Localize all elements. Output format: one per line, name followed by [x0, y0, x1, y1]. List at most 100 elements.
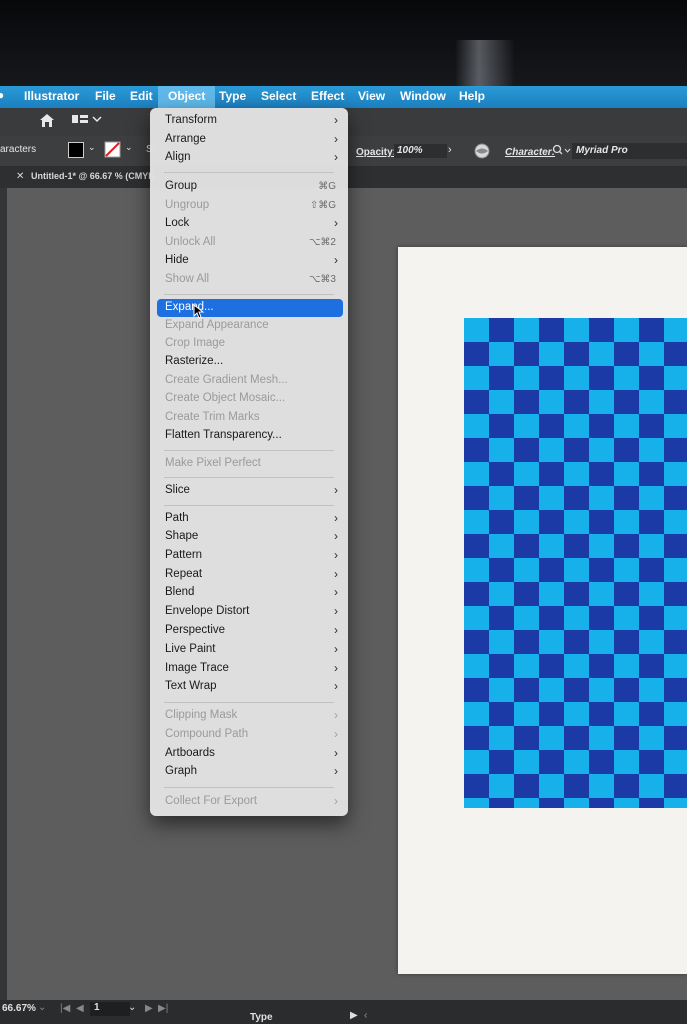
- menu-help[interactable]: Help: [459, 89, 485, 103]
- menu-item-align[interactable]: Align ›: [150, 149, 348, 167]
- close-tab-icon[interactable]: ✕: [16, 171, 24, 182]
- menu-item-transform[interactable]: Transform ›: [150, 112, 348, 130]
- font-search-icon[interactable]: [552, 144, 572, 158]
- menu-bar: ● Illustrator File Edit Object Type Sele…: [0, 86, 687, 108]
- submenu-chevron-icon: ›: [334, 679, 338, 693]
- document-tab-title[interactable]: Untitled-1* @ 66.67 % (CMYK: [31, 171, 155, 181]
- menu-separator: [164, 294, 334, 295]
- menu-view[interactable]: View: [358, 89, 385, 103]
- mouse-pointer-icon: [193, 304, 205, 319]
- tools-panel[interactable]: [0, 188, 7, 1000]
- characters-label: aracters: [0, 144, 37, 155]
- submenu-chevron-icon: ›: [334, 150, 338, 164]
- next-artboard-icon[interactable]: ▶: [145, 1003, 153, 1014]
- menu-item-blend[interactable]: Blend ›: [150, 584, 348, 602]
- menu-item-perspective[interactable]: Perspective ›: [150, 622, 348, 640]
- submenu-chevron-icon: ›: [334, 113, 338, 127]
- menu-item-clipping-mask[interactable]: Clipping Mask ›: [150, 707, 348, 725]
- font-family-field[interactable]: Myriad Pro: [572, 143, 687, 159]
- submenu-chevron-icon: ›: [334, 253, 338, 267]
- submenu-chevron-icon: ›: [334, 746, 338, 760]
- menu-item-path[interactable]: Path ›: [150, 510, 348, 528]
- menu-item-unlock-all[interactable]: Unlock All ⌥⌘2: [150, 234, 348, 252]
- menu-item-flatten-transparency[interactable]: Flatten Transparency...: [150, 427, 348, 445]
- zoom-dropdown-icon[interactable]: ⌄: [38, 1002, 46, 1013]
- menu-item-text-wrap[interactable]: Text Wrap ›: [150, 678, 348, 696]
- opacity-label[interactable]: Opacity:: [356, 147, 396, 158]
- menu-item-image-trace[interactable]: Image Trace ›: [150, 660, 348, 678]
- previous-artboard-icon[interactable]: ◀: [76, 1003, 84, 1014]
- workspace-switcher-icon[interactable]: [72, 114, 102, 126]
- menu-file[interactable]: File: [95, 89, 116, 103]
- menu-item-slice[interactable]: Slice ›: [150, 482, 348, 500]
- status-arrow-icon[interactable]: ▶: [350, 1010, 358, 1021]
- menu-item-repeat[interactable]: Repeat ›: [150, 566, 348, 584]
- submenu-chevron-icon: ›: [334, 548, 338, 562]
- menu-item-shape[interactable]: Shape ›: [150, 528, 348, 546]
- checkerboard-artwork[interactable]: [464, 318, 687, 808]
- menu-item-collect-for-export[interactable]: Collect For Export ›: [150, 793, 348, 811]
- menu-select[interactable]: Select: [261, 89, 296, 103]
- home-icon[interactable]: [38, 112, 56, 128]
- submenu-chevron-icon: ›: [334, 708, 338, 722]
- submenu-chevron-icon: ›: [334, 567, 338, 581]
- menu-item-graph[interactable]: Graph ›: [150, 763, 348, 781]
- menu-item-expand-appearance[interactable]: Expand Appearance: [150, 317, 348, 335]
- submenu-chevron-icon: ›: [334, 642, 338, 656]
- menu-window[interactable]: Window: [400, 89, 446, 103]
- menu-item-pattern[interactable]: Pattern ›: [150, 547, 348, 565]
- stroke-none-swatch-icon[interactable]: [104, 141, 122, 159]
- menu-item-create-object-mosaic[interactable]: Create Object Mosaic...: [150, 390, 348, 408]
- artboard-dropdown-icon[interactable]: ⌄: [128, 1002, 136, 1013]
- submenu-chevron-icon: ›: [334, 132, 338, 146]
- submenu-chevron-icon: ›: [334, 727, 338, 741]
- opacity-arrow-icon[interactable]: ›: [448, 144, 452, 156]
- menu-item-create-trim-marks[interactable]: Create Trim Marks: [150, 409, 348, 427]
- submenu-chevron-icon: ›: [334, 216, 338, 230]
- menu-item-make-pixel-perfect[interactable]: Make Pixel Perfect: [150, 455, 348, 473]
- menu-item-expand[interactable]: Expand...: [157, 299, 343, 317]
- apple-icon[interactable]: ●: [0, 88, 4, 102]
- stroke-dropdown-icon[interactable]: ⌄: [125, 142, 133, 153]
- menu-item-create-gradient-mesh[interactable]: Create Gradient Mesh...: [150, 372, 348, 390]
- last-artboard-icon[interactable]: ▶|: [158, 1003, 168, 1014]
- menu-item-hide[interactable]: Hide ›: [150, 252, 348, 270]
- submenu-chevron-icon: ›: [334, 483, 338, 497]
- menu-item-ungroup[interactable]: Ungroup ⇧⌘G: [150, 197, 348, 215]
- menu-item-show-all[interactable]: Show All ⌥⌘3: [150, 271, 348, 289]
- status-bar: 66.67% ⌄ |◀ ◀ 1 ⌄ ▶ ▶| Type ▶ ‹: [0, 1000, 687, 1024]
- submenu-chevron-icon: ›: [334, 794, 338, 808]
- artboard-number-field[interactable]: 1: [90, 1002, 130, 1016]
- zoom-level[interactable]: 66.67%: [2, 1003, 36, 1014]
- menu-item-live-paint[interactable]: Live Paint ›: [150, 641, 348, 659]
- menu-object[interactable]: Object: [158, 86, 216, 108]
- menu-item-arrange[interactable]: Arrange ›: [150, 131, 348, 149]
- submenu-chevron-icon: ›: [334, 585, 338, 599]
- menu-item-compound-path[interactable]: Compound Path ›: [150, 726, 348, 744]
- menu-item-envelope-distort[interactable]: Envelope Distort ›: [150, 603, 348, 621]
- menu-item-crop-image[interactable]: Crop Image: [150, 335, 348, 353]
- menu-effect[interactable]: Effect: [311, 89, 344, 103]
- scroll-left-icon[interactable]: ‹: [364, 1010, 367, 1021]
- object-menu-dropdown: Transform › Arrange › Align › Group ⌘G Ungro…: [150, 108, 348, 816]
- submenu-chevron-icon: ›: [334, 511, 338, 525]
- fill-swatch[interactable]: [68, 142, 84, 158]
- menu-edit[interactable]: Edit: [130, 89, 153, 103]
- menu-item-artboards[interactable]: Artboards ›: [150, 745, 348, 763]
- recolor-globe-icon[interactable]: [474, 143, 490, 159]
- menu-illustrator[interactable]: Illustrator: [24, 89, 79, 103]
- menu-separator: [164, 702, 334, 703]
- menu-separator: [164, 505, 334, 506]
- menu-item-lock[interactable]: Lock ›: [150, 215, 348, 233]
- submenu-chevron-icon: ›: [334, 604, 338, 618]
- character-label[interactable]: Character:: [505, 147, 555, 158]
- first-artboard-icon[interactable]: |◀: [60, 1003, 70, 1014]
- fill-dropdown-icon[interactable]: ⌄: [88, 142, 96, 153]
- menu-separator: [164, 450, 334, 451]
- opacity-field[interactable]: 100%: [394, 144, 447, 158]
- submenu-chevron-icon: ›: [334, 661, 338, 675]
- menu-type[interactable]: Type: [219, 89, 246, 103]
- menu-item-rasterize[interactable]: Rasterize...: [150, 353, 348, 371]
- submenu-chevron-icon: ›: [334, 529, 338, 543]
- menu-item-group[interactable]: Group ⌘G: [150, 178, 348, 196]
